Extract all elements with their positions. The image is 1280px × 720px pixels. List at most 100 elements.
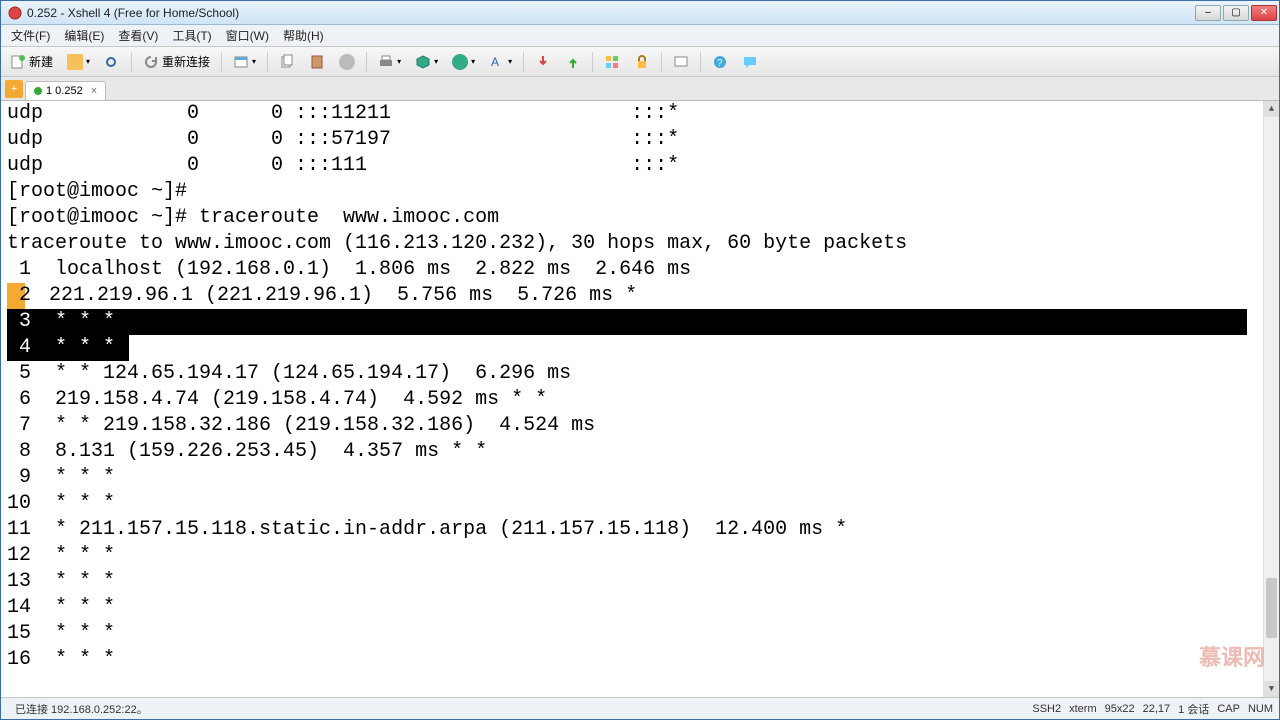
grid-icon bbox=[604, 54, 620, 70]
highlight-marker: 2 bbox=[7, 283, 25, 309]
scroll-down-button[interactable]: ▼ bbox=[1264, 681, 1279, 697]
paste-button[interactable] bbox=[304, 51, 330, 73]
find-button[interactable] bbox=[334, 51, 360, 73]
globe-icon bbox=[452, 54, 468, 70]
term-line: 12 * * * bbox=[7, 543, 1279, 569]
statusbar: 已连接 192.168.0.252:22。 SSH2 xterm 95x22 2… bbox=[1, 697, 1279, 719]
svg-text:?: ? bbox=[717, 58, 723, 69]
term-line-selected: 3 * * * bbox=[7, 309, 1279, 335]
status-capslock: CAP bbox=[1217, 703, 1240, 715]
titlebar: 0.252 - Xshell 4 (Free for Home/School) … bbox=[1, 1, 1279, 25]
term-line: traceroute to www.imooc.com (116.213.120… bbox=[7, 231, 1279, 257]
term-line: 6 219.158.4.74 (219.158.4.74) 4.592 ms *… bbox=[7, 387, 1279, 413]
color-button[interactable]: ▾ bbox=[410, 51, 443, 73]
reconnect-label: 重新连接 bbox=[162, 53, 210, 70]
menu-edit[interactable]: 编辑(E) bbox=[58, 25, 110, 46]
print-button[interactable]: ▾ bbox=[373, 51, 406, 73]
menubar: 文件(F) 编辑(E) 查看(V) 工具(T) 窗口(W) 帮助(H) bbox=[1, 25, 1279, 47]
new-label: 新建 bbox=[29, 53, 53, 70]
menu-help[interactable]: 帮助(H) bbox=[277, 25, 330, 46]
help-button[interactable]: ? bbox=[707, 51, 733, 73]
toolbar: 新建 ▾ 重新连接 ▾ ▾ ▾ ▾ A▾ ? bbox=[1, 47, 1279, 77]
font-button[interactable]: A▾ bbox=[484, 51, 517, 73]
window-title: 0.252 - Xshell 4 (Free for Home/School) bbox=[27, 6, 1195, 20]
cube-icon bbox=[415, 54, 431, 70]
app-icon bbox=[7, 5, 23, 21]
copy-button[interactable] bbox=[274, 51, 300, 73]
download-icon bbox=[535, 54, 551, 70]
minimize-button[interactable]: – bbox=[1195, 5, 1221, 21]
folder-icon bbox=[67, 54, 83, 70]
open-button[interactable]: ▾ bbox=[62, 51, 95, 73]
new-session-button[interactable]: 新建 bbox=[5, 51, 58, 73]
term-line: udp 0 0 :::57197 :::* bbox=[7, 127, 1279, 153]
scroll-up-button[interactable]: ▲ bbox=[1264, 101, 1279, 117]
app-window: 0.252 - Xshell 4 (Free for Home/School) … bbox=[0, 0, 1280, 720]
vertical-scrollbar[interactable]: ▲ ▼ bbox=[1263, 101, 1279, 697]
session-tab[interactable]: 1 0.252 × bbox=[25, 81, 106, 100]
menu-window[interactable]: 窗口(W) bbox=[220, 25, 275, 46]
transfer-up-button[interactable] bbox=[560, 51, 586, 73]
lock-icon bbox=[634, 54, 650, 70]
term-line: [root@imooc ~]# traceroute www.imooc.com bbox=[7, 205, 1279, 231]
paste-icon bbox=[309, 54, 325, 70]
reconnect-icon bbox=[143, 54, 159, 70]
svg-text:A: A bbox=[491, 55, 499, 69]
printer-icon bbox=[378, 54, 394, 70]
search-icon bbox=[339, 54, 355, 70]
link-button[interactable] bbox=[99, 51, 125, 73]
status-size: 95x22 bbox=[1105, 703, 1135, 715]
term-line: udp 0 0 :::11211 :::* bbox=[7, 101, 1279, 127]
tab-close-button[interactable]: × bbox=[91, 85, 97, 97]
maximize-button[interactable]: ▢ bbox=[1223, 5, 1249, 21]
font-icon: A bbox=[489, 54, 505, 70]
status-connection: 已连接 192.168.0.252:22。 bbox=[15, 701, 148, 717]
term-line: 10 * * * bbox=[7, 491, 1279, 517]
term-line: 16 * * * bbox=[7, 647, 1279, 673]
screen-icon bbox=[673, 54, 689, 70]
new-icon bbox=[10, 54, 26, 70]
close-button[interactable]: ✕ bbox=[1251, 5, 1277, 21]
scroll-thumb[interactable] bbox=[1266, 578, 1277, 638]
term-line: udp 0 0 :::111 :::* bbox=[7, 153, 1279, 179]
term-line-selected: 4 * * * bbox=[7, 335, 1279, 361]
menu-view[interactable]: 查看(V) bbox=[112, 25, 164, 46]
lock-button[interactable] bbox=[629, 51, 655, 73]
window-icon bbox=[233, 54, 249, 70]
help-icon: ? bbox=[712, 54, 728, 70]
term-line: 7 * * 219.158.32.186 (219.158.32.186) 4.… bbox=[7, 413, 1279, 439]
term-line: 2 221.219.96.1 (221.219.96.1) 5.756 ms 5… bbox=[7, 283, 1279, 309]
term-line: 5 * * 124.65.194.17 (124.65.194.17) 6.29… bbox=[7, 361, 1279, 387]
chat-icon bbox=[742, 54, 758, 70]
terminal[interactable]: udp 0 0 :::11211 :::* udp 0 0 :::57197 :… bbox=[1, 101, 1279, 697]
term-line: 1 localhost (192.168.0.1) 1.806 ms 2.822… bbox=[7, 257, 1279, 283]
tab-label: 1 0.252 bbox=[46, 85, 83, 97]
status-cursor-pos: 22,17 bbox=[1143, 703, 1171, 715]
reconnect-button[interactable]: 重新连接 bbox=[138, 51, 215, 73]
tab-strip: + 1 0.252 × bbox=[1, 77, 1279, 101]
term-line: 8 8.131 (159.226.253.45) 4.357 ms * * bbox=[7, 439, 1279, 465]
tile-button[interactable] bbox=[599, 51, 625, 73]
transfer-down-button[interactable] bbox=[530, 51, 556, 73]
fullscreen-button[interactable] bbox=[668, 51, 694, 73]
status-sessions: 1 会话 bbox=[1178, 701, 1209, 717]
term-line: 15 * * * bbox=[7, 621, 1279, 647]
status-protocol: SSH2 bbox=[1032, 703, 1061, 715]
add-tab-button[interactable]: + bbox=[5, 80, 23, 98]
link-icon bbox=[104, 54, 120, 70]
copy-icon bbox=[279, 54, 295, 70]
status-numlock: NUM bbox=[1248, 703, 1273, 715]
connected-indicator-icon bbox=[34, 87, 42, 95]
language-button[interactable]: ▾ bbox=[447, 51, 480, 73]
chat-button[interactable] bbox=[737, 51, 763, 73]
term-line: 11 * 211.157.15.118.static.in-addr.arpa … bbox=[7, 517, 1279, 543]
term-line: 14 * * * bbox=[7, 595, 1279, 621]
upload-icon bbox=[565, 54, 581, 70]
menu-tools[interactable]: 工具(T) bbox=[166, 25, 217, 46]
term-line: 9 * * * bbox=[7, 465, 1279, 491]
status-termtype: xterm bbox=[1069, 703, 1097, 715]
term-line: 13 * * * bbox=[7, 569, 1279, 595]
properties-button[interactable]: ▾ bbox=[228, 51, 261, 73]
term-line: [root@imooc ~]# bbox=[7, 179, 1279, 205]
menu-file[interactable]: 文件(F) bbox=[5, 25, 56, 46]
